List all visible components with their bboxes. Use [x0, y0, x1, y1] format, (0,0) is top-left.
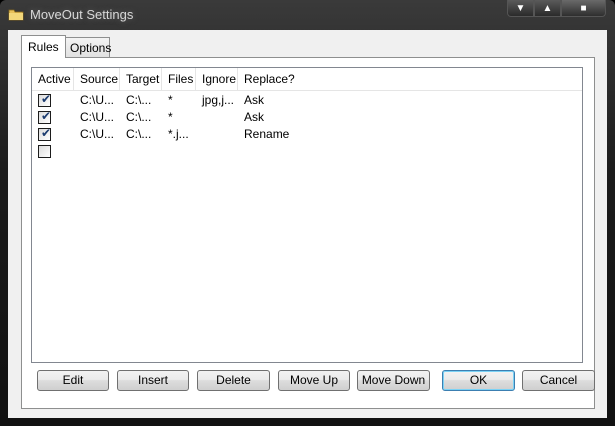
checkmark-icon: ✔: [41, 126, 52, 140]
tab-rules[interactable]: Rules: [21, 35, 66, 58]
minimize-button[interactable]: ▼: [507, 0, 534, 17]
target-cell: C:\...: [126, 127, 152, 141]
window-title: MoveOut Settings: [30, 7, 134, 22]
ignore-cell: [196, 126, 238, 143]
target-cell: C:\...: [126, 110, 152, 124]
source-cell: C:\U...: [80, 110, 115, 124]
column-header-active[interactable]: Active: [32, 68, 74, 90]
edit-button[interactable]: Edit: [37, 370, 109, 391]
files-cell: *: [168, 93, 173, 107]
table-row[interactable]: [32, 143, 582, 160]
maximize-button[interactable]: ▲: [534, 0, 561, 17]
table-row[interactable]: ✔ C:\U... C:\... * jpg,j... Ask: [32, 92, 582, 109]
delete-button[interactable]: Delete: [197, 370, 270, 391]
close-icon: ■: [580, 2, 587, 14]
checkmark-icon: ✔: [41, 92, 52, 106]
client-area: Rules Options Active Source Target Files…: [8, 30, 607, 418]
tab-options[interactable]: Options: [63, 37, 111, 57]
title-bar[interactable]: MoveOut Settings ▼ ▲ ■: [0, 0, 615, 30]
table-row[interactable]: ✔ C:\U... C:\... * Ask: [32, 109, 582, 126]
rules-panel: Active Source Target Files Ignore Replac…: [21, 57, 595, 409]
active-checkbox[interactable]: ✔: [38, 92, 52, 107]
folder-icon: [8, 9, 24, 21]
active-checkbox[interactable]: [38, 145, 51, 158]
settings-window: MoveOut Settings ▼ ▲ ■ Rules Options Act…: [0, 0, 615, 426]
checkmark-icon: ✔: [41, 109, 52, 123]
ignore-cell: jpg,j...: [202, 93, 235, 107]
move-up-button[interactable]: Move Up: [278, 370, 350, 391]
ignore-cell: [196, 109, 238, 126]
ok-button[interactable]: OK: [442, 370, 515, 391]
replace-cell: Ask: [244, 110, 265, 124]
active-checkbox[interactable]: ✔: [38, 126, 52, 141]
replace-cell: Ask: [244, 93, 265, 107]
column-header-ignore[interactable]: Ignore: [196, 68, 238, 90]
column-header-replace[interactable]: Replace?: [238, 68, 582, 90]
column-header-files[interactable]: Files: [162, 68, 196, 90]
list-header: Active Source Target Files Ignore Replac…: [32, 68, 582, 91]
target-cell: C:\...: [126, 93, 152, 107]
replace-cell: Rename: [244, 127, 290, 141]
column-header-target[interactable]: Target: [120, 68, 162, 90]
table-row[interactable]: ✔ C:\U... C:\... *.j... Rename: [32, 126, 582, 143]
close-button[interactable]: ■: [561, 0, 606, 17]
maximize-icon: ▲: [542, 2, 553, 14]
insert-button[interactable]: Insert: [117, 370, 189, 391]
active-checkbox[interactable]: ✔: [38, 109, 52, 124]
cancel-button[interactable]: Cancel: [522, 370, 595, 391]
move-down-button[interactable]: Move Down: [357, 370, 430, 391]
source-cell: C:\U...: [80, 93, 115, 107]
files-cell: *: [168, 110, 173, 124]
rules-list[interactable]: Active Source Target Files Ignore Replac…: [31, 67, 583, 363]
minimize-icon: ▼: [515, 2, 526, 14]
files-cell: *.j...: [168, 127, 189, 141]
column-header-source[interactable]: Source: [74, 68, 120, 90]
source-cell: C:\U...: [80, 127, 115, 141]
